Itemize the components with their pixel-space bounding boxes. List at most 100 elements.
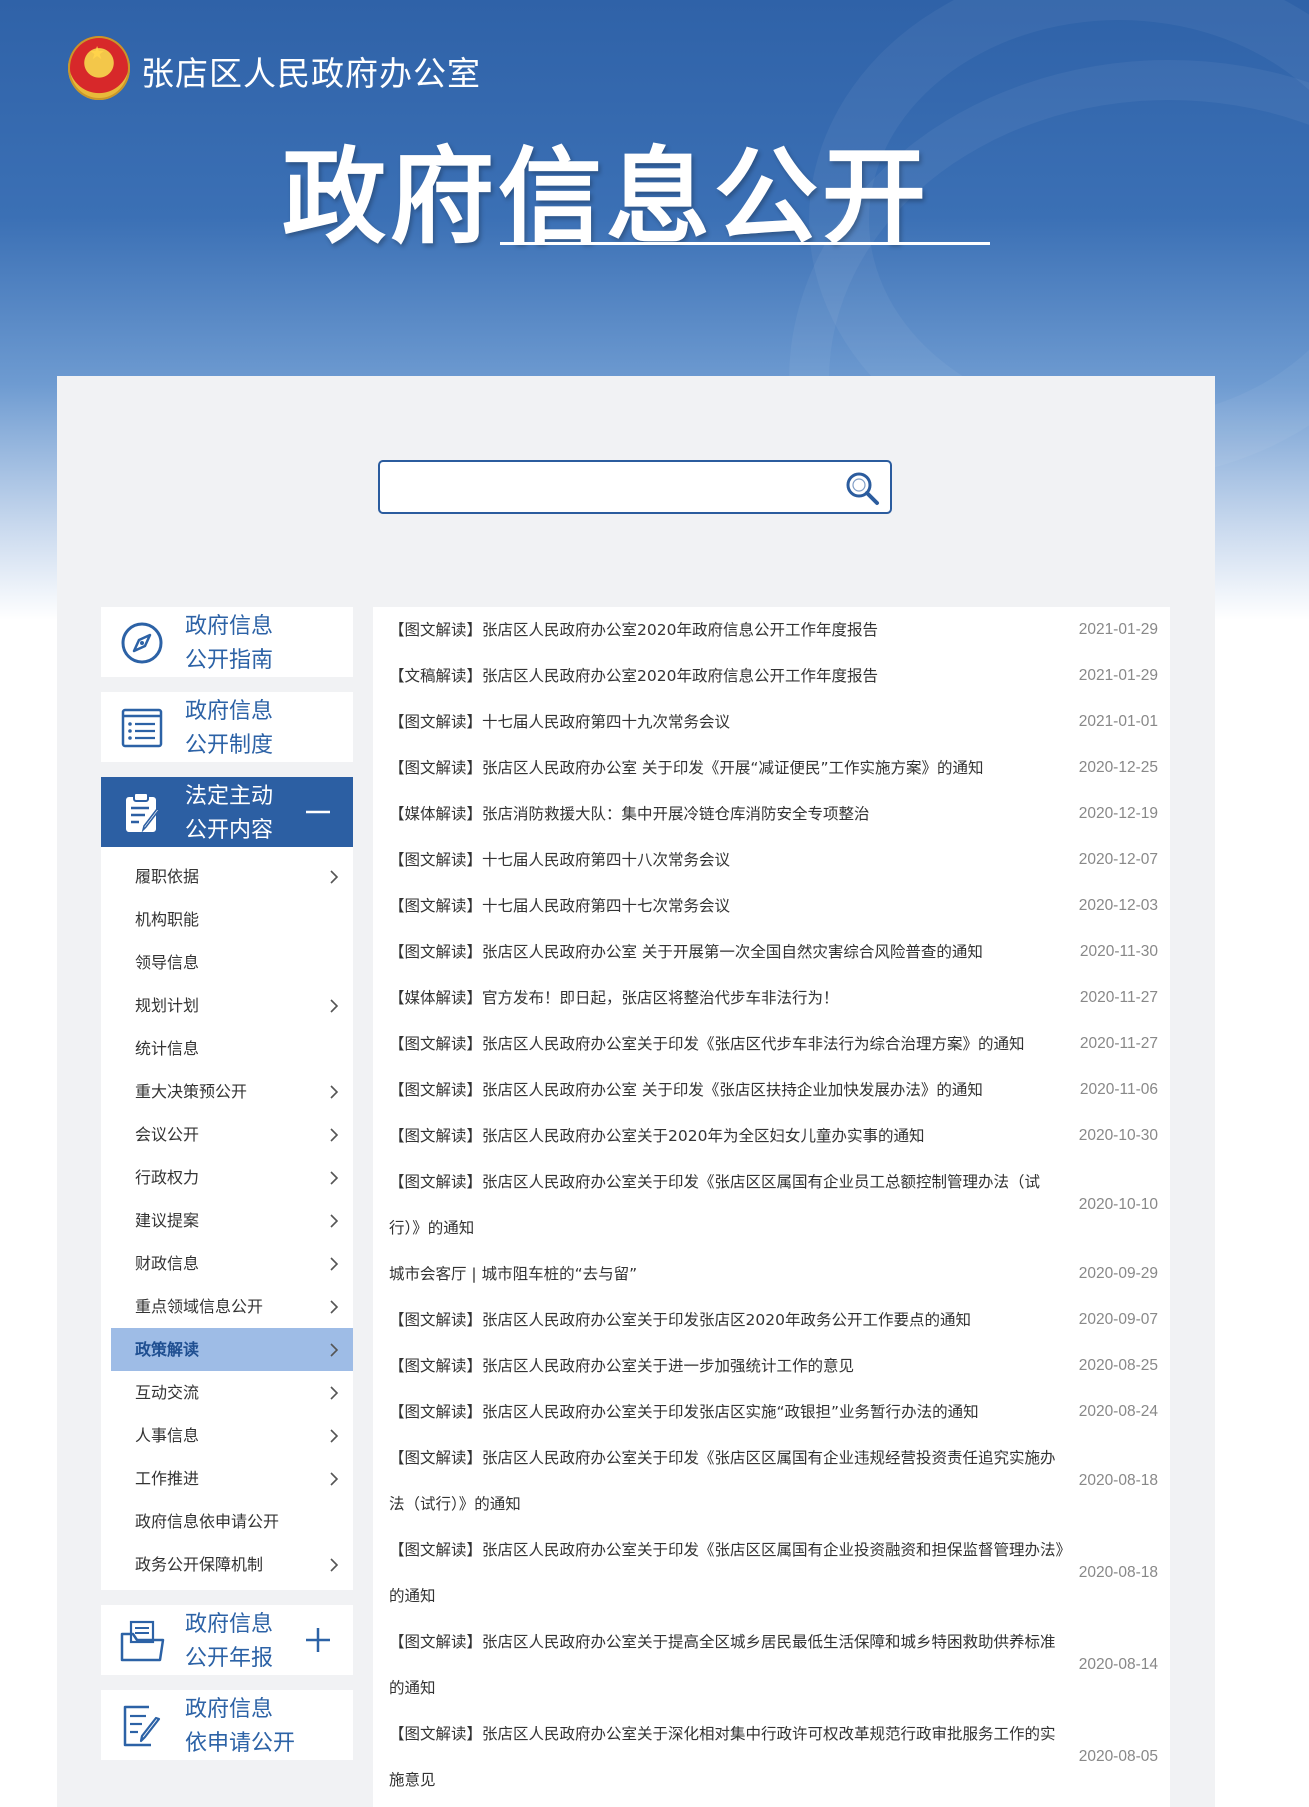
sidebar-sub-item-label: 互动交流 — [135, 1383, 200, 1402]
article-title[interactable]: 【图文解读】张店区人民政府办公室关于印发《张店区区属国有企业投资融资和担保监督管… — [389, 1527, 1069, 1619]
article-row[interactable]: 【图文解读】张店区人民政府办公室关于深化相对集中行政许可权改革规范行政审批服务工… — [373, 1711, 1170, 1803]
article-title[interactable]: 城市会客厅 | 城市阻车桩的“去与留” — [389, 1251, 1069, 1297]
article-title[interactable]: 【图文解读】张店区人民政府办公室关于印发《张店区区属国有企业员工总额控制管理办法… — [389, 1159, 1069, 1251]
list-doc-icon — [121, 708, 163, 748]
article-date: 2020-08-05 — [1078, 1748, 1158, 1765]
article-title[interactable]: 【图文解读】十七届人民政府第四十七次常务会议 — [389, 883, 1069, 929]
article-title[interactable]: 【文稿解读】张店区人民政府办公室2020年政府信息公开工作年度报告 — [389, 653, 1069, 699]
sidebar-sub-item[interactable]: 工作推进 — [111, 1457, 353, 1500]
sidebar-sub-item[interactable]: 会议公开 — [111, 1113, 353, 1156]
sidebar-sub-item[interactable]: 机构职能 — [111, 898, 353, 941]
search-icon[interactable] — [840, 468, 884, 508]
sidebar-sub-item[interactable]: 统计信息 — [111, 1027, 353, 1070]
article-row[interactable]: 【图文解读】张店区人民政府办公室关于印发《张店区区属国有企业员工总额控制管理办法… — [373, 1159, 1170, 1251]
article-row[interactable]: 【图文解读】张店区人民政府办公室关于印发张店区2020年政务公开工作要点的通知 2… — [373, 1297, 1170, 1343]
article-title[interactable]: 【图文解读】张店区人民政府办公室关于印发《张店区代步车非法行为综合治理方案》的通… — [389, 1021, 1069, 1067]
sidebar-sub-item[interactable]: 政府信息依申请公开 — [111, 1500, 353, 1543]
chevron-right-icon — [330, 1386, 339, 1400]
article-row[interactable]: 【图文解读】张店区人民政府办公室关于印发《张店区区属国有企业投资融资和担保监督管… — [373, 1527, 1170, 1619]
sidebar-sub-item[interactable]: 财政信息 — [111, 1242, 353, 1285]
chevron-right-icon — [330, 999, 339, 1013]
sidebar-sub-item[interactable]: 重大决策预公开 — [111, 1070, 353, 1113]
article-title[interactable]: 【图文解读】张店区人民政府办公室关于2020年为全区妇女儿童办实事的通知 — [389, 1113, 1069, 1159]
sidebar-sub-item-label: 政策解读 — [135, 1340, 200, 1359]
plus-icon[interactable] — [305, 1627, 331, 1653]
sidebar-sub-item-label: 机构职能 — [135, 910, 200, 929]
sidebar-sub-item[interactable]: 建议提案 — [111, 1199, 353, 1242]
sidebar-sub-item-label: 财政信息 — [135, 1254, 200, 1273]
chevron-right-icon — [330, 1085, 339, 1099]
chevron-right-icon — [330, 1257, 339, 1271]
article-row[interactable]: 【媒体解读】官方发布！即日起，张店区将整治代步车非法行为！ 2020-11-27 — [373, 975, 1170, 1021]
article-title[interactable]: 【图文解读】张店区人民政府办公室关于进一步加强统计工作的意见 — [389, 1343, 1069, 1389]
sidebar-sub-list: 履职依据机构职能领导信息 规划计划统计信息重大决策预公开会议公开行政权力建议提案财… — [101, 847, 353, 1590]
article-row[interactable]: 城市会客厅 | 城市阻车桩的“去与留” 2020-09-29 — [373, 1251, 1170, 1297]
sidebar-sub-item-label: 行政权力 — [135, 1168, 200, 1187]
sidebar-sub-item[interactable]: 政务公开保障机制 — [111, 1543, 353, 1586]
sidebar-sub-item[interactable]: 重点领域信息公开 — [111, 1285, 353, 1328]
article-row[interactable]: 【图文解读】张店区人民政府办公室 关于开展第一次全国自然灾害综合风险普查的通知 2… — [373, 929, 1170, 975]
sidebar-item-on-request[interactable]: 政府信息 依申请公开 — [101, 1690, 353, 1760]
article-title[interactable]: 【媒体解读】官方发布！即日起，张店区将整治代步车非法行为！ — [389, 975, 1069, 1021]
sidebar-item-annual-report[interactable]: 政府信息 公开年报 — [101, 1605, 353, 1675]
article-row[interactable]: 【图文解读】十七届人民政府第四十九次常务会议 2021-01-01 — [373, 699, 1170, 745]
sidebar-sub-item[interactable]: 人事信息 — [111, 1414, 353, 1457]
folder-doc-icon — [120, 1620, 165, 1662]
article-date: 2020-10-10 — [1078, 1196, 1158, 1213]
sidebar-item-system[interactable]: 政府信息 公开制度 — [101, 692, 353, 762]
article-title[interactable]: 【图文解读】十七届人民政府第四十八次常务会议 — [389, 837, 1069, 883]
sidebar-item-guide[interactable]: 政府信息 公开指南 — [101, 607, 353, 677]
article-row[interactable]: 【图文解读】张店区人民政府办公室关于提高全区城乡居民最低生活保障和城乡特困救助供… — [373, 1619, 1170, 1711]
chevron-right-icon — [330, 1343, 339, 1357]
article-row[interactable]: 【图文解读】十七届人民政府第四十八次常务会议 2020-12-07 — [373, 837, 1170, 883]
article-title[interactable]: 【媒体解读】张店消防救援大队：集中开展冷链仓库消防安全专项整治 — [389, 791, 1069, 837]
article-row[interactable]: 【图文解读】张店区人民政府办公室关于印发张店区实施“政银担”业务暂行办法的通知 2… — [373, 1389, 1170, 1435]
article-title[interactable]: 【图文解读】张店区人民政府办公室关于印发张店区实施“政银担”业务暂行办法的通知 — [389, 1389, 1069, 1435]
article-title[interactable]: 【图文解读】十七届人民政府第四十九次常务会议 — [389, 699, 1069, 745]
sidebar-sub-item-label: 统计信息 — [135, 1039, 200, 1058]
search-input[interactable] — [390, 470, 810, 504]
sidebar-sub-item[interactable]: 行政权力 — [111, 1156, 353, 1199]
clipboard-edit-icon — [126, 792, 161, 833]
sidebar-item-statutory[interactable]: 法定主动 公开内容 — [101, 777, 353, 847]
article-title[interactable]: 【图文解读】张店区人民政府办公室 关于印发《开展“减证便民”工作实施方案》的通知 — [389, 745, 1069, 791]
chevron-right-icon — [330, 870, 339, 884]
article-title[interactable]: 【图文解读】张店区人民政府办公室 关于印发《张店区扶持企业加快发展办法》的通知 — [389, 1067, 1069, 1113]
article-date: 2020-08-24 — [1078, 1403, 1158, 1420]
sidebar-sub-item-label: 重点领域信息公开 — [135, 1297, 264, 1316]
article-title[interactable]: 【图文解读】张店区人民政府办公室关于提高全区城乡居民最低生活保障和城乡特困救助供… — [389, 1619, 1069, 1711]
sidebar-sub-item[interactable]: 互动交流 — [111, 1371, 353, 1414]
sidebar-sub-item-label: 建议提案 — [135, 1211, 200, 1230]
sidebar-sub-item[interactable]: 领导信息 — [111, 941, 353, 984]
article-row[interactable]: 【图文解读】张店区人民政府办公室关于印发《张店区区属国有企业违规经营投资责任追究… — [373, 1435, 1170, 1527]
article-row[interactable]: 【图文解读】张店区人民政府办公室关于进一步加强统计工作的意见 2020-08-25 — [373, 1343, 1170, 1389]
article-title[interactable]: 【图文解读】张店区人民政府办公室关于印发《张店区区属国有企业违规经营投资责任追究… — [389, 1435, 1069, 1527]
article-title[interactable]: 【图文解读】张店区人民政府办公室关于印发张店区2020年政务公开工作要点的通知 — [389, 1297, 1069, 1343]
article-title[interactable]: 【图文解读】张店区人民政府办公室关于深化相对集中行政许可权改革规范行政审批服务工… — [389, 1711, 1069, 1803]
article-row[interactable]: 【图文解读】张店区人民政府办公室 关于印发《开展“减证便民”工作实施方案》的通知… — [373, 745, 1170, 791]
article-row[interactable]: 【图文解读】十七届人民政府第四十七次常务会议 2020-12-03 — [373, 883, 1170, 929]
sidebar-sub-item[interactable]: 政策解读 — [111, 1328, 353, 1371]
org-name: 张店区人民政府办公室 — [141, 54, 481, 93]
sidebar-sub-item[interactable]: 履职依据 — [111, 855, 353, 898]
sidebar-sub-item-label: 人事信息 — [135, 1426, 200, 1445]
article-row[interactable]: 【图文解读】张店区人民政府办公室 关于印发《张店区扶持企业加快发展办法》的通知 2… — [373, 1067, 1170, 1113]
article-date: 2021-01-29 — [1078, 667, 1158, 684]
article-title[interactable]: 【图文解读】张店区人民政府办公室2020年政府信息公开工作年度报告 — [389, 607, 1069, 653]
title-underline — [500, 242, 990, 245]
article-list: 【图文解读】张店区人民政府办公室2020年政府信息公开工作年度报告 2021-01… — [373, 607, 1170, 1807]
article-title[interactable]: 【图文解读】张店区人民政府办公室 关于开展第一次全国自然灾害综合风险普查的通知 — [389, 929, 1069, 975]
article-row[interactable]: 【图文解读】张店区人民政府办公室关于2020年为全区妇女儿童办实事的通知 2020… — [373, 1113, 1170, 1159]
article-row[interactable]: 【图文解读】张店区人民政府办公室关于印发《张店区代步车非法行为综合治理方案》的通… — [373, 1021, 1170, 1067]
sidebar-sub-item[interactable]: 规划计划 — [111, 984, 353, 1027]
minus-icon[interactable] — [305, 799, 331, 825]
article-date: 2021-01-29 — [1078, 621, 1158, 638]
article-row[interactable]: 【图文解读】张店区人民政府办公室2020年政府信息公开工作年度报告 2021-01… — [373, 607, 1170, 653]
sidebar-item-label: 政府信息 公开制度 — [185, 699, 274, 758]
article-row[interactable]: 【媒体解读】张店消防救援大队：集中开展冷链仓库消防安全专项整治 2020-12-1… — [373, 791, 1170, 837]
form-edit-icon — [123, 1705, 161, 1747]
article-date: 2020-11-27 — [1079, 989, 1158, 1006]
chevron-right-icon — [330, 1472, 339, 1486]
sidebar-sub-item-label: 重大决策预公开 — [135, 1082, 248, 1101]
article-row[interactable]: 【文稿解读】张店区人民政府办公室2020年政府信息公开工作年度报告 2021-01… — [373, 653, 1170, 699]
